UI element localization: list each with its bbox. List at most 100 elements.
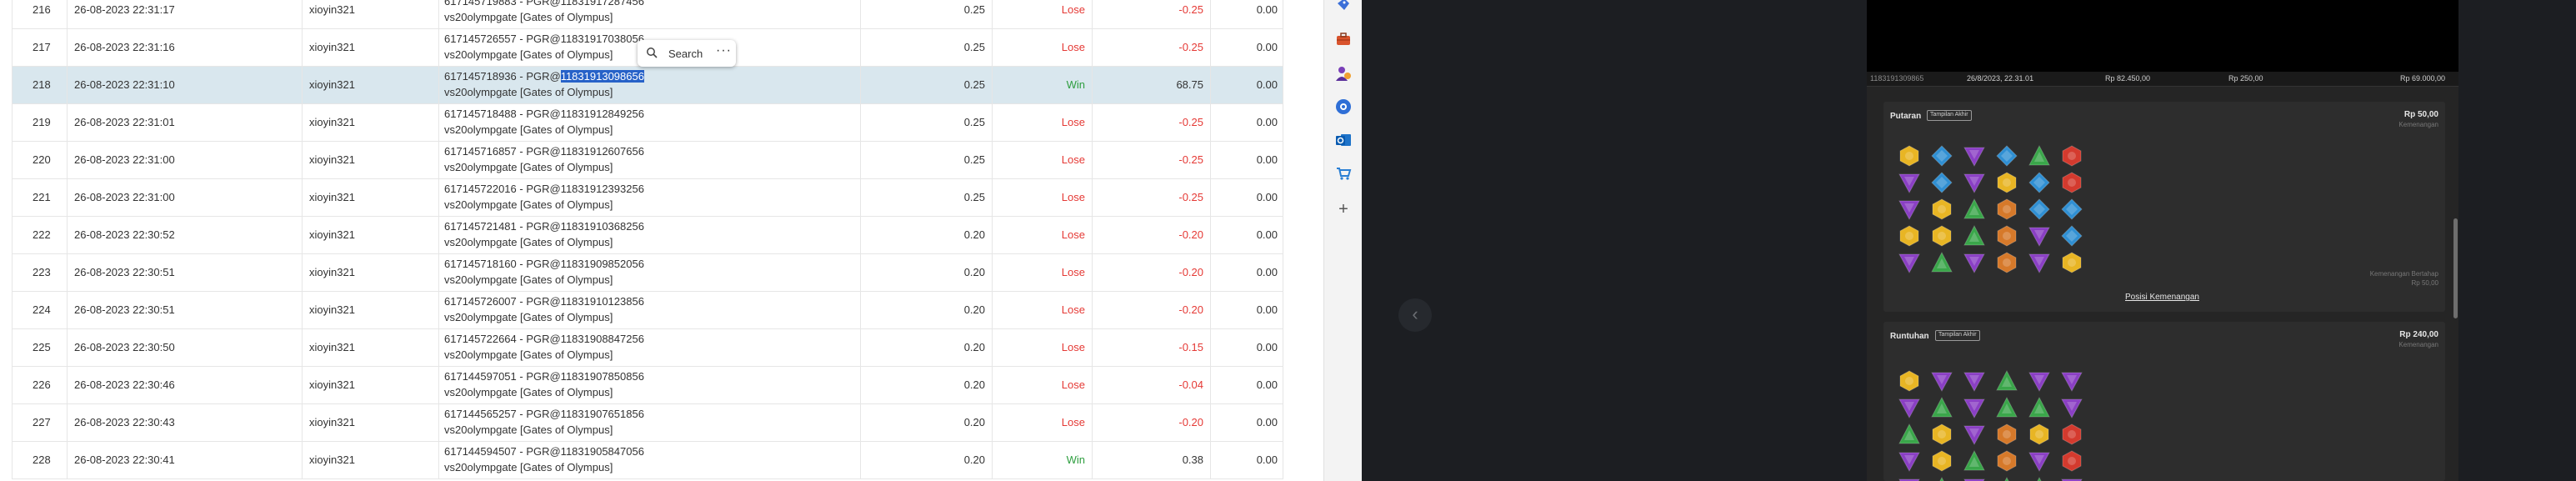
more-options-button[interactable]: ··· [716,43,732,58]
gem-purple-icon [1963,398,1985,419]
cell-balance: 0.00 [1210,367,1283,403]
cell-description: 617144565257 - PGR@11831907651856 vs20oly… [438,404,860,441]
cell-number: 221 [12,179,67,216]
row-number: 223 [33,266,51,278]
sidebar-shopping[interactable] [1334,164,1353,183]
cell-balance: 0.00 [1210,29,1283,66]
cell-winloss: 0.38 [1092,442,1210,478]
gem-orange-icon [1997,450,2017,472]
table-row[interactable]: 228 26-08-2023 22:30:41 xioyin321 617144594… [12,442,1283,479]
cell-result: Lose [992,179,1092,216]
table-row[interactable]: 218 26-08-2023 22:31:10 xioyin321 617145718… [12,67,1283,104]
table-row[interactable]: 224 26-08-2023 22:30:51 xioyin321 617145726… [12,292,1283,329]
table-row[interactable]: 221 26-08-2023 22:31:00 xioyin321 617145722… [12,179,1283,217]
table-row[interactable]: 220 26-08-2023 22:31:00 xioyin321 617145716… [12,142,1283,179]
table-row[interactable]: 222 26-08-2023 22:30:52 xioyin321 617145721… [12,217,1283,254]
spin-view-badge[interactable]: Tampilan Akhir [1927,110,1972,121]
table-row[interactable]: 223 26-08-2023 22:30:51 xioyin321 617145718… [12,254,1283,292]
row-number: 226 [33,378,51,391]
row-date: 26-08-2023 22:31:00 [74,153,175,166]
row-game-name: vs20olympgate [Gates of Olympus] [444,311,613,323]
sidebar-outlook[interactable] [1334,131,1353,149]
gem-green-icon [1963,198,1985,219]
gem-yellow-icon [1997,172,2017,193]
cell-bet: 0.20 [860,442,992,478]
gem-yellow-icon [1899,225,1919,247]
spin-step-win-amount: Rp 50,00 [2411,279,2438,287]
row-game-name: vs20olympgate [Gates of Olympus] [444,161,613,173]
sidebar-profile[interactable] [1334,64,1353,83]
row-transaction-id: 617145721481 - PGR@11831910368256 [444,220,644,233]
row-date: 26-08-2023 22:30:43 [74,416,175,428]
gem-orange-icon [1997,198,2017,220]
gem-yellow-icon [1932,198,1952,220]
table-row[interactable]: 225 26-08-2023 22:30:50 xioyin321 617145722… [12,329,1283,367]
search-button[interactable]: Search [668,48,703,60]
sidebar-copilot[interactable] [1334,98,1353,116]
previous-image-button[interactable]: ‹ [1398,298,1432,332]
row-number: 228 [33,453,51,466]
cell-balance: 0.00 [1210,329,1283,366]
panel-scrollbar[interactable] [2453,218,2458,318]
cell-result: Lose [992,329,1092,366]
row-result: Lose [1061,228,1085,241]
row-game-name: vs20olympgate [Gates of Olympus] [444,423,613,436]
row-result: Lose [1061,153,1085,166]
table-row[interactable]: 219 26-08-2023 22:31:01 xioyin321 617145718… [12,104,1283,142]
person-icon [1336,67,1351,81]
sidebar-tools[interactable] [1334,30,1353,48]
table-row[interactable]: 226 26-08-2023 22:30:46 xioyin321 617144597… [12,367,1283,404]
row-balance: 0.00 [1256,303,1278,316]
row-date: 26-08-2023 22:31:01 [74,116,175,128]
cell-number: 220 [12,142,67,178]
cell-winloss: -0.25 [1092,179,1210,216]
cell-date: 26-08-2023 22:30:46 [67,367,302,403]
selection-popup[interactable]: Search ··· [638,40,736,67]
add-sidebar-app-button[interactable]: + [1334,200,1353,218]
row-balance: 0.00 [1256,416,1278,428]
screen: 216 26-08-2023 22:31:17 xioyin321 617145719… [0,0,2576,481]
row-number: 220 [33,153,51,166]
gem-blue-icon [1931,145,1953,167]
sidebar-shopping-tag[interactable] [1334,0,1353,15]
gem-purple-icon [2061,478,2083,481]
cell-user: xioyin321 [302,329,438,366]
image-viewer: ‹ 1183191309865 26/8/2023, 22.31.01 Rp 8… [1362,0,2576,481]
row-winloss: -0.25 [1178,116,1203,128]
gem-red-icon [2062,423,2082,445]
cell-date: 26-08-2023 22:31:17 [67,0,302,28]
cell-date: 26-08-2023 22:30:43 [67,404,302,441]
gem-green-icon [1931,396,1953,418]
winning-positions-link[interactable]: Posisi Kemenangan [2125,293,2199,302]
cell-user: xioyin321 [302,442,438,478]
cell-result: Lose [992,29,1092,66]
row-username: xioyin321 [309,453,355,466]
table-row[interactable]: 227 26-08-2023 22:30:43 xioyin321 617144565… [12,404,1283,442]
gem-yellow-icon [1932,423,1952,445]
gem-green-icon [1996,396,2018,418]
copilot-icon [1336,99,1351,114]
cell-number: 227 [12,404,67,441]
row-balance: 0.00 [1256,3,1278,16]
row-transaction-id: 617145718160 - PGR@11831909852056 [444,258,644,270]
cascade-view-badge[interactable]: Tampilan Akhir [1935,330,1980,341]
cell-balance: 0.00 [1210,142,1283,178]
cell-result: Lose [992,292,1092,328]
cell-date: 26-08-2023 22:31:00 [67,142,302,178]
cell-date: 26-08-2023 22:30:41 [67,442,302,478]
cell-bet: 0.25 [860,104,992,141]
spin-step-win-label: Kemenangan Bertahap [2369,270,2438,278]
gem-purple-icon [1963,478,1985,481]
row-result: Lose [1061,341,1085,353]
row-username: xioyin321 [309,228,355,241]
row-transaction-id: 617144565257 - PGR@11831907651856 [444,408,644,420]
gem-green-icon [1939,476,1944,481]
gem-red-icon [2062,450,2082,472]
cascade-amount: Rp 240,00 [2399,330,2438,339]
gem-green-icon [1963,224,1985,246]
row-username: xioyin321 [309,378,355,391]
row-date: 26-08-2023 22:31:16 [74,41,175,53]
spin-amount: Rp 50,00 [2403,110,2438,119]
row-username: xioyin321 [309,153,355,166]
table-row[interactable]: 216 26-08-2023 22:31:17 xioyin321 617145719… [12,0,1283,29]
